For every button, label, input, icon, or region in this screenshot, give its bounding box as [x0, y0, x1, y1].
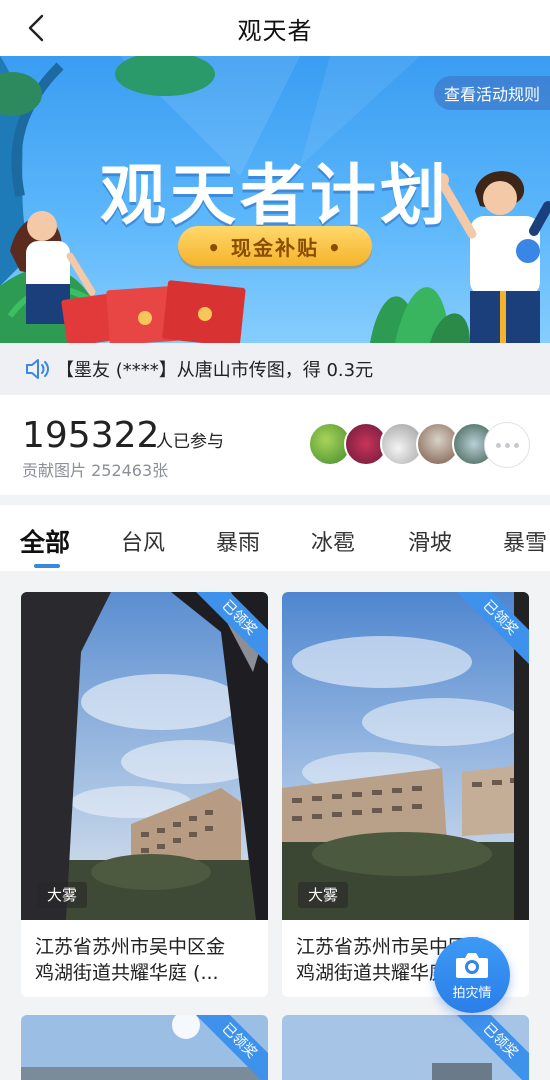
participant-label: 人已参与: [156, 432, 224, 452]
report-photo: 已领奖: [282, 1015, 529, 1080]
tab-snowstorm[interactable]: 暴雪: [503, 525, 547, 557]
more-avatars-icon[interactable]: [484, 422, 530, 468]
camera-icon: [456, 952, 488, 978]
photo-card[interactable]: 已领奖 大雾 江苏省苏州市吴中区金 鸡湖街道共耀华庭 (...: [21, 592, 268, 997]
participation-stats: 195322 人已参与 贡献图片 252463张: [0, 395, 550, 495]
weather-tag: 大雾: [37, 882, 88, 908]
report-disaster-button[interactable]: 拍灾情: [434, 937, 510, 1013]
tab-rainstorm[interactable]: 暴雨: [216, 525, 260, 557]
report-photo: 已领奖: [21, 1015, 268, 1080]
chevron-left-icon: [28, 14, 44, 42]
report-photo: 已领奖 大雾: [282, 592, 529, 920]
tab-all[interactable]: 全部: [20, 523, 70, 559]
report-photo: 已领奖 大雾: [21, 592, 268, 920]
ticker-message: 【墨友 (****】从唐山市传图，得 0.3元: [56, 360, 374, 381]
cash-subsidy-badge: • 现金补贴 •: [178, 226, 372, 266]
photo-card[interactable]: 已领奖: [282, 1015, 529, 1080]
awarded-ribbon: 已领奖: [188, 592, 268, 669]
participant-count: 195322: [22, 415, 160, 456]
tab-typhoon[interactable]: 台风: [121, 525, 165, 557]
weather-tag: 大雾: [298, 882, 349, 908]
contributed-photos: 贡献图片 252463张: [22, 461, 169, 480]
speaker-icon: [26, 359, 49, 379]
photo-card[interactable]: 已领奖 大雾 江苏省苏州市吴中区金 鸡湖街道共耀华庭 (...: [282, 592, 529, 997]
back-button[interactable]: [18, 10, 54, 46]
awarded-ribbon: 已领奖: [449, 1015, 529, 1080]
category-tabs: 全部 台风 暴雨 冰雹 滑坡 暴雪: [0, 505, 550, 571]
awarded-ribbon: 已领奖: [188, 1015, 268, 1080]
awarded-ribbon: 已领奖: [449, 592, 529, 669]
photo-card[interactable]: 已领奖: [21, 1015, 268, 1080]
top-nav-bar: 观天者: [0, 0, 550, 56]
tab-landslide[interactable]: 滑坡: [408, 525, 452, 557]
fab-label: 拍灾情: [452, 985, 492, 1001]
campaign-banner[interactable]: 查看活动规则 观天者计划 • 现金补贴 •: [0, 56, 550, 343]
participant-avatars[interactable]: [308, 422, 538, 468]
active-tab-indicator: [34, 564, 60, 568]
page-title: 观天者: [237, 16, 313, 45]
news-ticker: 【墨友 (****】从唐山市传图，得 0.3元: [0, 343, 550, 395]
banner-title: 观天者计划: [100, 157, 450, 234]
location-text: 江苏省苏州市吴中区金 鸡湖街道共耀华庭 (...: [35, 936, 226, 984]
activity-rules-button[interactable]: 查看活动规则: [433, 76, 550, 110]
tab-hail[interactable]: 冰雹: [311, 525, 355, 557]
